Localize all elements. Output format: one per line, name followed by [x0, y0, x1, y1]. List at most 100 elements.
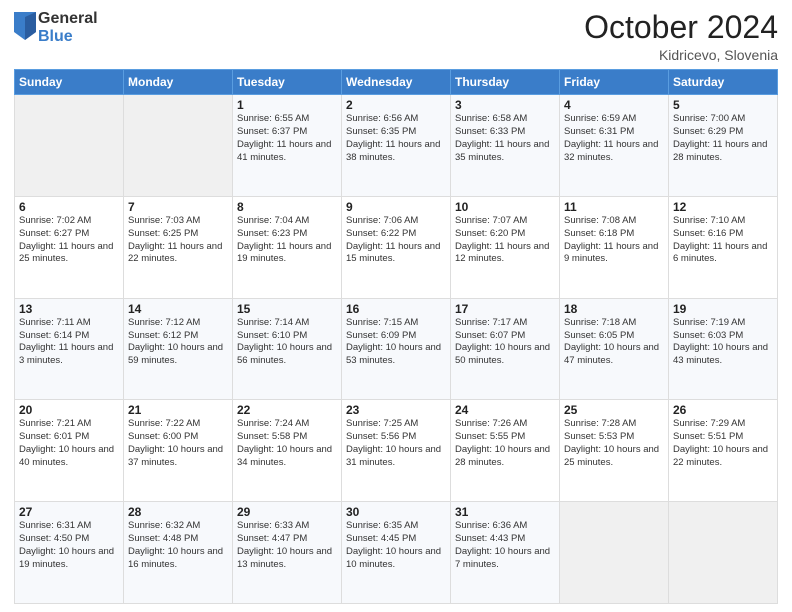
- day-number: 14: [128, 302, 228, 316]
- day-number: 1: [237, 98, 337, 112]
- calendar-week-4: 20Sunrise: 7:21 AMSunset: 6:01 PMDayligh…: [15, 400, 778, 502]
- day-info: Sunrise: 7:29 AMSunset: 5:51 PMDaylight:…: [673, 418, 773, 469]
- calendar-table: SundayMondayTuesdayWednesdayThursdayFrid…: [14, 69, 778, 604]
- logo-text: General Blue: [38, 10, 98, 45]
- main-title: October 2024: [584, 10, 778, 45]
- day-info: Sunrise: 6:59 AMSunset: 6:31 PMDaylight:…: [564, 113, 664, 164]
- day-info: Sunrise: 7:07 AMSunset: 6:20 PMDaylight:…: [455, 215, 555, 266]
- calendar-cell: 11Sunrise: 7:08 AMSunset: 6:18 PMDayligh…: [560, 196, 669, 298]
- calendar-cell: 25Sunrise: 7:28 AMSunset: 5:53 PMDayligh…: [560, 400, 669, 502]
- day-info: Sunrise: 7:15 AMSunset: 6:09 PMDaylight:…: [346, 317, 446, 368]
- calendar-cell: 5Sunrise: 7:00 AMSunset: 6:29 PMDaylight…: [669, 95, 778, 197]
- calendar-cell: 12Sunrise: 7:10 AMSunset: 6:16 PMDayligh…: [669, 196, 778, 298]
- day-number: 27: [19, 505, 119, 519]
- logo-blue: Blue: [38, 28, 98, 46]
- day-number: 9: [346, 200, 446, 214]
- day-info: Sunrise: 7:06 AMSunset: 6:22 PMDaylight:…: [346, 215, 446, 266]
- calendar-cell: 6Sunrise: 7:02 AMSunset: 6:27 PMDaylight…: [15, 196, 124, 298]
- day-number: 6: [19, 200, 119, 214]
- calendar-week-3: 13Sunrise: 7:11 AMSunset: 6:14 PMDayligh…: [15, 298, 778, 400]
- day-number: 25: [564, 403, 664, 417]
- day-number: 11: [564, 200, 664, 214]
- calendar-cell: 27Sunrise: 6:31 AMSunset: 4:50 PMDayligh…: [15, 502, 124, 604]
- calendar-week-5: 27Sunrise: 6:31 AMSunset: 4:50 PMDayligh…: [15, 502, 778, 604]
- day-number: 15: [237, 302, 337, 316]
- calendar-cell: 23Sunrise: 7:25 AMSunset: 5:56 PMDayligh…: [342, 400, 451, 502]
- day-info: Sunrise: 7:19 AMSunset: 6:03 PMDaylight:…: [673, 317, 773, 368]
- day-number: 12: [673, 200, 773, 214]
- day-info: Sunrise: 7:28 AMSunset: 5:53 PMDaylight:…: [564, 418, 664, 469]
- day-number: 31: [455, 505, 555, 519]
- day-info: Sunrise: 6:56 AMSunset: 6:35 PMDaylight:…: [346, 113, 446, 164]
- calendar-cell: 15Sunrise: 7:14 AMSunset: 6:10 PMDayligh…: [233, 298, 342, 400]
- calendar-header-tuesday: Tuesday: [233, 70, 342, 95]
- calendar-cell: 1Sunrise: 6:55 AMSunset: 6:37 PMDaylight…: [233, 95, 342, 197]
- day-info: Sunrise: 7:00 AMSunset: 6:29 PMDaylight:…: [673, 113, 773, 164]
- day-info: Sunrise: 6:31 AMSunset: 4:50 PMDaylight:…: [19, 520, 119, 571]
- calendar-cell: 10Sunrise: 7:07 AMSunset: 6:20 PMDayligh…: [451, 196, 560, 298]
- calendar-header-saturday: Saturday: [669, 70, 778, 95]
- calendar-cell: [669, 502, 778, 604]
- calendar-cell: 29Sunrise: 6:33 AMSunset: 4:47 PMDayligh…: [233, 502, 342, 604]
- calendar-cell: 13Sunrise: 7:11 AMSunset: 6:14 PMDayligh…: [15, 298, 124, 400]
- calendar-cell: 14Sunrise: 7:12 AMSunset: 6:12 PMDayligh…: [124, 298, 233, 400]
- logo-icon: [14, 12, 36, 40]
- day-info: Sunrise: 6:33 AMSunset: 4:47 PMDaylight:…: [237, 520, 337, 571]
- day-number: 23: [346, 403, 446, 417]
- calendar-cell: 21Sunrise: 7:22 AMSunset: 6:00 PMDayligh…: [124, 400, 233, 502]
- day-number: 17: [455, 302, 555, 316]
- calendar-week-1: 1Sunrise: 6:55 AMSunset: 6:37 PMDaylight…: [15, 95, 778, 197]
- day-number: 3: [455, 98, 555, 112]
- calendar-header-wednesday: Wednesday: [342, 70, 451, 95]
- day-info: Sunrise: 7:21 AMSunset: 6:01 PMDaylight:…: [19, 418, 119, 469]
- day-info: Sunrise: 7:24 AMSunset: 5:58 PMDaylight:…: [237, 418, 337, 469]
- day-number: 22: [237, 403, 337, 417]
- day-info: Sunrise: 6:58 AMSunset: 6:33 PMDaylight:…: [455, 113, 555, 164]
- calendar-cell: 16Sunrise: 7:15 AMSunset: 6:09 PMDayligh…: [342, 298, 451, 400]
- calendar-header-row: SundayMondayTuesdayWednesdayThursdayFrid…: [15, 70, 778, 95]
- day-info: Sunrise: 7:03 AMSunset: 6:25 PMDaylight:…: [128, 215, 228, 266]
- day-number: 30: [346, 505, 446, 519]
- day-number: 18: [564, 302, 664, 316]
- day-number: 19: [673, 302, 773, 316]
- day-info: Sunrise: 7:04 AMSunset: 6:23 PMDaylight:…: [237, 215, 337, 266]
- day-number: 7: [128, 200, 228, 214]
- calendar-cell: 20Sunrise: 7:21 AMSunset: 6:01 PMDayligh…: [15, 400, 124, 502]
- logo: General Blue: [14, 10, 98, 45]
- logo-general: General: [38, 10, 98, 28]
- calendar-cell: 7Sunrise: 7:03 AMSunset: 6:25 PMDaylight…: [124, 196, 233, 298]
- day-number: 24: [455, 403, 555, 417]
- day-info: Sunrise: 6:32 AMSunset: 4:48 PMDaylight:…: [128, 520, 228, 571]
- day-number: 10: [455, 200, 555, 214]
- calendar-cell: [124, 95, 233, 197]
- calendar-cell: 31Sunrise: 6:36 AMSunset: 4:43 PMDayligh…: [451, 502, 560, 604]
- calendar-header-friday: Friday: [560, 70, 669, 95]
- day-number: 26: [673, 403, 773, 417]
- header: General Blue October 2024 Kidricevo, Slo…: [14, 10, 778, 63]
- day-info: Sunrise: 7:26 AMSunset: 5:55 PMDaylight:…: [455, 418, 555, 469]
- day-number: 5: [673, 98, 773, 112]
- day-info: Sunrise: 7:02 AMSunset: 6:27 PMDaylight:…: [19, 215, 119, 266]
- day-number: 16: [346, 302, 446, 316]
- page: General Blue October 2024 Kidricevo, Slo…: [0, 0, 792, 612]
- calendar-cell: [560, 502, 669, 604]
- day-info: Sunrise: 7:18 AMSunset: 6:05 PMDaylight:…: [564, 317, 664, 368]
- day-info: Sunrise: 6:36 AMSunset: 4:43 PMDaylight:…: [455, 520, 555, 571]
- calendar-cell: 2Sunrise: 6:56 AMSunset: 6:35 PMDaylight…: [342, 95, 451, 197]
- day-info: Sunrise: 7:22 AMSunset: 6:00 PMDaylight:…: [128, 418, 228, 469]
- title-block: October 2024 Kidricevo, Slovenia: [584, 10, 778, 63]
- day-info: Sunrise: 7:17 AMSunset: 6:07 PMDaylight:…: [455, 317, 555, 368]
- day-number: 8: [237, 200, 337, 214]
- calendar-cell: 19Sunrise: 7:19 AMSunset: 6:03 PMDayligh…: [669, 298, 778, 400]
- day-number: 20: [19, 403, 119, 417]
- calendar-cell: 8Sunrise: 7:04 AMSunset: 6:23 PMDaylight…: [233, 196, 342, 298]
- calendar-cell: 18Sunrise: 7:18 AMSunset: 6:05 PMDayligh…: [560, 298, 669, 400]
- day-info: Sunrise: 7:08 AMSunset: 6:18 PMDaylight:…: [564, 215, 664, 266]
- calendar-cell: 3Sunrise: 6:58 AMSunset: 6:33 PMDaylight…: [451, 95, 560, 197]
- calendar-header-monday: Monday: [124, 70, 233, 95]
- day-number: 29: [237, 505, 337, 519]
- calendar-header-thursday: Thursday: [451, 70, 560, 95]
- day-info: Sunrise: 7:11 AMSunset: 6:14 PMDaylight:…: [19, 317, 119, 368]
- day-number: 13: [19, 302, 119, 316]
- day-number: 4: [564, 98, 664, 112]
